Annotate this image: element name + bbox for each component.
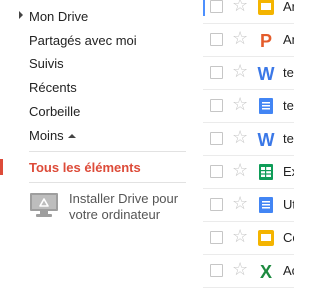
star-icon[interactable]: ☆ — [232, 0, 248, 15]
file-name: Ac — [283, 263, 294, 278]
row-checkbox[interactable] — [210, 99, 223, 112]
file-name: te — [283, 98, 294, 113]
row-checkbox[interactable] — [210, 198, 223, 211]
svg-text:X: X — [260, 262, 272, 280]
sidebar-divider — [29, 151, 186, 152]
svg-text:W: W — [258, 64, 275, 82]
star-icon[interactable]: ☆ — [232, 160, 248, 180]
file-name: An — [283, 32, 294, 47]
word-file-icon: W — [258, 64, 275, 82]
nav-my-drive[interactable]: Mon Drive — [29, 9, 88, 25]
svg-text:W: W — [258, 130, 275, 148]
star-icon[interactable]: ☆ — [232, 94, 248, 114]
less-label: Moins — [29, 128, 64, 143]
star-icon[interactable]: ☆ — [232, 259, 248, 279]
expand-arrow-icon[interactable] — [19, 11, 23, 19]
sidebar-divider — [29, 182, 186, 183]
file-row[interactable]: ☆ X Ac — [203, 255, 294, 288]
nav-shared-with-me[interactable]: Partagés avec moi — [29, 33, 137, 49]
file-row[interactable]: ☆ W te — [203, 123, 294, 156]
row-checkbox[interactable] — [210, 0, 223, 13]
word-file-icon: W — [258, 130, 275, 148]
install-line-2: votre ordinateur — [69, 207, 161, 222]
file-name: Ar — [283, 0, 294, 14]
file-row[interactable]: ☆ W te — [203, 57, 294, 90]
file-name: Co — [283, 230, 294, 245]
row-checkbox[interactable] — [210, 66, 223, 79]
file-row[interactable]: ☆ Ar — [203, 0, 294, 24]
slides-file-icon — [258, 0, 274, 15]
caret-up-icon — [67, 134, 76, 138]
install-line-1: Installer Drive pour — [69, 191, 179, 206]
row-checkbox[interactable] — [210, 132, 223, 145]
row-checkbox[interactable] — [210, 264, 223, 277]
star-icon[interactable]: ☆ — [232, 127, 248, 147]
file-row[interactable]: ☆ P An — [203, 24, 294, 57]
row-checkbox[interactable] — [210, 231, 223, 244]
document-file-icon — [259, 197, 273, 213]
powerpoint-file-icon: P — [260, 31, 272, 49]
nav-less-toggle[interactable]: Moins — [29, 128, 76, 144]
active-indicator — [0, 159, 3, 175]
sidebar: Mon Drive Partagés avec moi Suivis Récen… — [0, 0, 196, 296]
slides-file-icon — [258, 230, 274, 246]
file-row[interactable]: ☆ Co — [203, 222, 294, 255]
spreadsheet-file-icon — [259, 164, 273, 180]
star-icon[interactable]: ☆ — [232, 61, 248, 81]
drive-app: Mon Drive Partagés avec moi Suivis Récen… — [0, 0, 294, 296]
file-list: ☆ Ar ☆ P An ☆ W te — [203, 0, 294, 296]
nav-recent[interactable]: Récents — [29, 80, 77, 96]
file-row[interactable]: ☆ te — [203, 90, 294, 123]
row-checkbox[interactable] — [210, 33, 223, 46]
computer-drive-icon — [30, 193, 58, 217]
document-file-icon — [259, 98, 273, 114]
excel-file-icon: X — [260, 262, 272, 280]
svg-text:P: P — [260, 31, 272, 49]
file-row[interactable]: ☆ Ut — [203, 189, 294, 222]
star-icon[interactable]: ☆ — [232, 193, 248, 213]
nav-starred[interactable]: Suivis — [29, 56, 64, 72]
file-name: te — [283, 65, 294, 80]
nav-all-items[interactable]: Tous les éléments — [29, 160, 141, 176]
install-drive-link[interactable]: Installer Drive pour votre ordinateur — [29, 191, 199, 227]
install-text: Installer Drive pour votre ordinateur — [69, 191, 178, 223]
star-icon[interactable]: ☆ — [232, 226, 248, 246]
file-name: Ex — [283, 164, 294, 179]
row-checkbox[interactable] — [210, 165, 223, 178]
star-icon[interactable]: ☆ — [232, 28, 248, 48]
file-name: te — [283, 131, 294, 146]
file-row[interactable]: ☆ Ex — [203, 156, 294, 189]
nav-trash[interactable]: Corbeille — [29, 104, 80, 120]
file-name: Ut — [283, 197, 294, 212]
